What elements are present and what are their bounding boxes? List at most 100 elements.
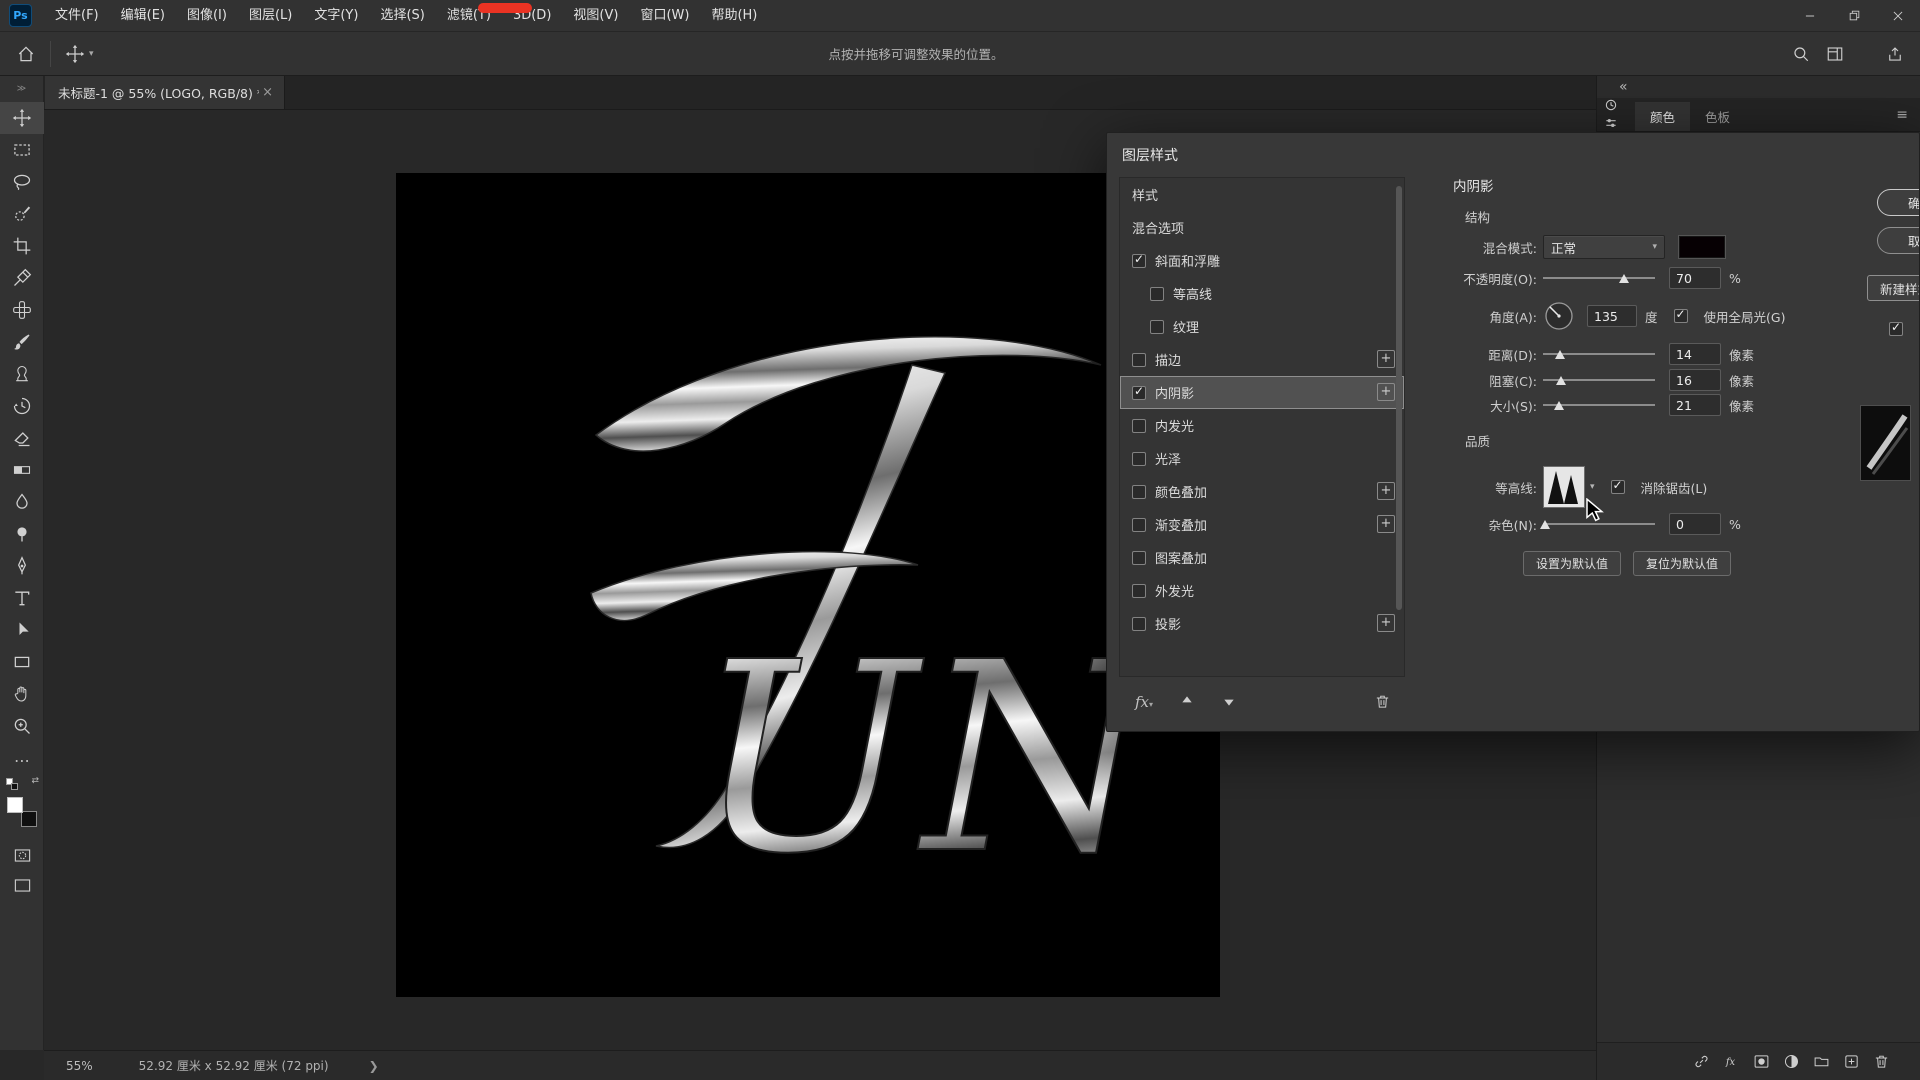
quick-selection-tool[interactable]: [0, 198, 44, 230]
add-effect-instance-button[interactable]: +: [1377, 515, 1395, 533]
move-tool[interactable]: [0, 102, 44, 134]
ok-button[interactable]: 确定: [1877, 189, 1920, 216]
menu-item-5[interactable]: 选择(S): [369, 0, 435, 32]
effect-checkbox[interactable]: [1132, 353, 1146, 367]
history-brush-tool[interactable]: [0, 390, 44, 422]
history-panel-icon[interactable]: [1604, 98, 1618, 112]
angle-dial[interactable]: [1543, 300, 1575, 332]
effect-row-7[interactable]: 颜色叠加+: [1120, 475, 1404, 508]
shadow-color-swatch[interactable]: [1679, 236, 1725, 258]
effect-row-3[interactable]: 描边+: [1120, 343, 1404, 376]
hand-tool[interactable]: [0, 678, 44, 710]
contour-chevron-icon[interactable]: ▾: [1590, 482, 1595, 492]
restore-icon[interactable]: [1832, 0, 1876, 32]
toolbar-grip-icon[interactable]: ≫: [0, 76, 43, 102]
pen-tool[interactable]: [0, 550, 44, 582]
effect-row-1[interactable]: 等高线: [1120, 277, 1404, 310]
tool-preset-dropdown[interactable]: ▾: [65, 44, 94, 64]
preview-checkbox[interactable]: 预览: [1889, 319, 1920, 338]
delete-icon[interactable]: [1873, 1053, 1890, 1070]
gradient-tool[interactable]: [0, 454, 44, 486]
menu-item-0[interactable]: 文件(F): [44, 0, 110, 32]
effect-checkbox[interactable]: [1132, 419, 1146, 433]
effect-checkbox[interactable]: [1132, 452, 1146, 466]
add-effect-instance-button[interactable]: +: [1377, 482, 1395, 500]
background-color-chip[interactable]: [21, 811, 37, 827]
effect-row-10[interactable]: 外发光: [1120, 574, 1404, 607]
zoom-tool[interactable]: [0, 710, 44, 742]
close-icon[interactable]: [1876, 0, 1920, 32]
move-effect-up-icon[interactable]: [1179, 693, 1195, 709]
zoom-level-field[interactable]: 55%: [66, 1059, 93, 1073]
workspace-icon[interactable]: [1826, 45, 1844, 63]
effect-row-0[interactable]: 斜面和浮雕: [1120, 244, 1404, 277]
path-selection-tool[interactable]: [0, 614, 44, 646]
effect-checkbox[interactable]: [1150, 320, 1164, 334]
new-style-button[interactable]: 新建样式...: [1867, 275, 1920, 301]
menu-item-9[interactable]: 窗口(W): [629, 0, 700, 32]
effect-checkbox[interactable]: [1132, 386, 1146, 400]
noise-field[interactable]: [1669, 513, 1721, 535]
menu-item-4[interactable]: 文字(Y): [303, 0, 369, 32]
quick-mask-icon[interactable]: [0, 842, 44, 868]
properties-panel-icon[interactable]: [1604, 116, 1618, 130]
effect-row-4[interactable]: 内阴影+: [1120, 376, 1404, 409]
share-icon[interactable]: [1886, 45, 1904, 63]
choke-slider[interactable]: [1543, 368, 1655, 392]
effect-checkbox[interactable]: [1132, 518, 1146, 532]
panel-menu-icon[interactable]: ≡: [1896, 107, 1908, 123]
distance-slider[interactable]: [1543, 342, 1655, 366]
effect-row-8[interactable]: 渐变叠加+: [1120, 508, 1404, 541]
move-effect-down-icon[interactable]: [1221, 693, 1237, 709]
effect-row-11[interactable]: 投影+: [1120, 607, 1404, 640]
minimize-icon[interactable]: [1788, 0, 1832, 32]
effect-row-9[interactable]: 图案叠加: [1120, 541, 1404, 574]
lasso-tool[interactable]: [0, 166, 44, 198]
brush-tool[interactable]: [0, 326, 44, 358]
foreground-color-chip[interactable]: [7, 797, 23, 813]
edit-toolbar-button[interactable]: ⋯: [0, 748, 44, 772]
effect-checkbox[interactable]: [1132, 254, 1146, 268]
menu-item-10[interactable]: 帮助(H): [700, 0, 768, 32]
rectangle-tool[interactable]: [0, 646, 44, 678]
opacity-field[interactable]: [1669, 267, 1721, 289]
delete-effect-icon[interactable]: [1374, 693, 1391, 710]
spot-healing-tool[interactable]: [0, 294, 44, 326]
menu-item-2[interactable]: 图像(I): [176, 0, 238, 32]
menu-item-3[interactable]: 图层(L): [238, 0, 303, 32]
styles-header[interactable]: 样式: [1120, 178, 1404, 211]
effect-checkbox[interactable]: [1132, 551, 1146, 565]
collapse-panels-icon[interactable]: «: [1619, 79, 1628, 95]
effect-checkbox[interactable]: [1132, 617, 1146, 631]
add-effect-instance-button[interactable]: +: [1377, 350, 1395, 368]
document-tab[interactable]: 未标题-1 @ 55% (LOGO, RGB/8) * ×: [45, 76, 285, 109]
anti-alias-checkbox[interactable]: 消除锯齿(L): [1611, 478, 1708, 497]
effect-row-2[interactable]: 纹理: [1120, 310, 1404, 343]
noise-slider[interactable]: [1543, 512, 1655, 536]
effect-row-6[interactable]: 光泽: [1120, 442, 1404, 475]
tab-swatches[interactable]: 色板: [1690, 102, 1745, 131]
add-effect-fx-button[interactable]: fx▾: [1135, 692, 1153, 711]
use-global-light-checkbox[interactable]: 使用全局光(G): [1674, 307, 1786, 326]
mask-icon[interactable]: [1753, 1053, 1770, 1070]
add-effect-instance-button[interactable]: +: [1377, 614, 1395, 632]
new-layer-icon[interactable]: [1843, 1053, 1860, 1070]
crop-tool[interactable]: [0, 230, 44, 262]
eyedropper-tool[interactable]: [0, 262, 44, 294]
tab-close-icon[interactable]: ×: [259, 85, 276, 100]
blur-tool[interactable]: [0, 486, 44, 518]
adjustment-icon[interactable]: [1783, 1053, 1800, 1070]
home-icon[interactable]: [16, 44, 36, 64]
set-default-button[interactable]: 设置为默认值: [1523, 551, 1621, 576]
search-icon[interactable]: [1792, 45, 1810, 63]
dodge-tool[interactable]: [0, 518, 44, 550]
default-colors-icon[interactable]: ⇄: [0, 776, 44, 792]
reset-default-button[interactable]: 复位为默认值: [1633, 551, 1731, 576]
add-effect-instance-button[interactable]: +: [1377, 383, 1395, 401]
menu-item-8[interactable]: 视图(V): [562, 0, 629, 32]
clone-stamp-tool[interactable]: [0, 358, 44, 390]
document-canvas[interactable]: UN: [396, 173, 1220, 997]
distance-field[interactable]: [1669, 343, 1721, 365]
eraser-tool[interactable]: [0, 422, 44, 454]
fx-icon[interactable]: fx: [1723, 1053, 1740, 1070]
